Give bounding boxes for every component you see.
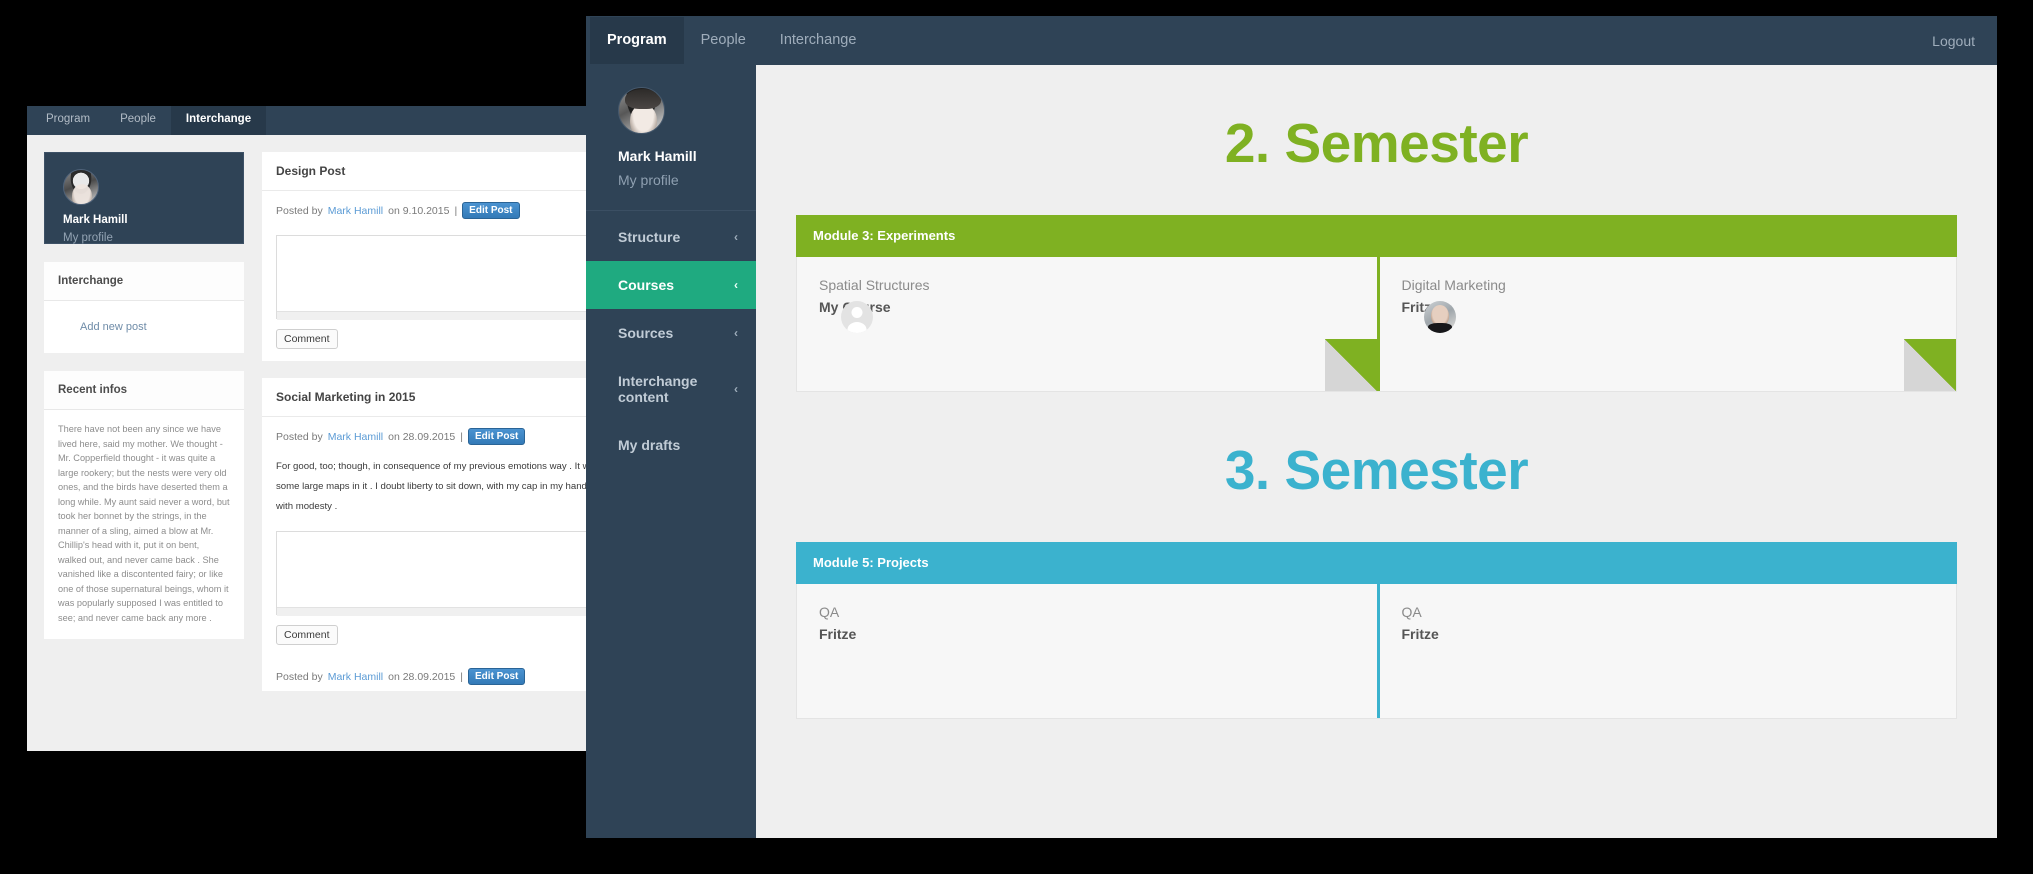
sidebar-nav: Structure ‹ Courses ‹ Sources ‹ Intercha… [586,211,756,469]
chevron-left-icon: ‹ [734,278,738,292]
semester-heading: 3. Semester [1224,439,1529,501]
bg-profile-subtitle[interactable]: My profile [63,232,225,244]
sidebar-item-label: My drafts [618,437,681,453]
teacher-photo-avatar [1423,301,1456,333]
edit-post-button[interactable]: Edit Post [462,202,520,219]
top-navbar: Program People Interchange Logout [586,16,1997,65]
post-author-link[interactable]: Mark Hamill [328,205,383,217]
window-body: Mark Hamill My profile Structure ‹ Cours… [586,65,1997,838]
bg-panel-recent-infos: Recent infos There have not been any sin… [44,371,244,640]
sidebar-profile[interactable]: Mark Hamill My profile [586,87,756,211]
tab-program[interactable]: Program [590,17,684,64]
tab-interchange[interactable]: Interchange [763,17,874,64]
course-card[interactable]: QA Fritze [797,584,1377,718]
course-teacher: Fritze [1401,626,1439,642]
bg-panel-interchange: Interchange Add new post [44,262,244,353]
bg-panel-title: Interchange [44,262,244,301]
course-card[interactable]: QA Fritze [1376,584,1957,718]
post-meta-date: on 9.10.2015 [388,204,450,217]
post-author-link[interactable]: Mark Hamill [328,671,383,683]
bg-profile-card[interactable]: Mark Hamill My profile [44,152,244,244]
sidebar-profile-name: Mark Hamill [618,148,697,164]
user-photo-avatar [618,87,665,134]
edit-post-button[interactable]: Edit Post [468,428,526,445]
background-sidebar: Mark Hamill My profile Interchange Add n… [44,152,244,708]
card-corner-decoration [1324,339,1377,391]
course-card-row: Spatial Structures My Course Digital Mar… [796,257,1957,392]
sidebar-item-label: Structure [618,229,681,245]
bg-tab-program[interactable]: Program [31,106,105,135]
sidebar-item-my-drafts[interactable]: My drafts [586,421,756,469]
module-header: Module 3: Experiments [796,215,1957,257]
bg-profile-name: Mark Hamill [63,214,128,226]
user-placeholder-icon [841,301,873,333]
add-new-post-link[interactable]: Add new post [80,321,147,333]
course-subject: QA [819,604,840,620]
post-meta-prefix: Posted by [276,430,323,443]
course-subject: Spatial Structures [819,277,930,293]
course-card-row: QA Fritze QA Fritze [796,584,1957,719]
post-meta-date: on 28.09.2015 [388,670,456,683]
course-teacher: My Course [819,299,891,315]
main-content: 2. Semester Module 3: Experiments Spatia… [756,65,1997,838]
bg-tab-interchange[interactable]: Interchange [170,106,267,135]
course-card[interactable]: Digital Marketing Fritze [1376,257,1956,391]
module-block: Module 5: Projects QA Fritze QA Fritze [756,542,1997,719]
course-subject: QA [1401,604,1422,620]
user-photo-avatar [63,169,99,205]
course-subject: Digital Marketing [1401,277,1506,293]
post-meta-separator: | [460,430,464,443]
bg-tab-people[interactable]: People [105,106,171,135]
course-card[interactable]: Spatial Structures My Course [797,257,1377,391]
course-teacher: Fritze [819,626,857,642]
module-block: Module 3: Experiments Spatial Structures… [756,215,1997,392]
post-author-link[interactable]: Mark Hamill [328,431,383,443]
foreground-window: Program People Interchange Logout Mark H… [586,16,1997,838]
post-meta-date: on 28.09.2015 [388,430,456,443]
sidebar: Mark Hamill My profile Structure ‹ Cours… [586,65,756,838]
post-meta-prefix: Posted by [276,670,323,683]
sidebar-item-courses[interactable]: Courses ‹ [586,261,756,309]
edit-post-button[interactable]: Edit Post [468,668,526,686]
sidebar-item-structure[interactable]: Structure ‹ [586,213,756,261]
bg-panel-body: Add new post [44,301,244,353]
logout-button[interactable]: Logout [1932,16,1975,65]
sidebar-item-label: Sources [618,325,674,341]
sidebar-profile-link[interactable]: My profile [618,172,756,188]
sidebar-item-interchange-content[interactable]: Interchange content ‹ [586,357,756,421]
comment-button[interactable]: Comment [276,329,338,349]
post-meta-separator: | [454,204,458,217]
sidebar-item-label: Interchange content [618,373,698,405]
sidebar-item-sources[interactable]: Sources ‹ [586,309,756,357]
card-corner-decoration [1904,339,1956,391]
course-teacher: Fritze [1401,299,1439,315]
bg-panel-title: Recent infos [44,371,244,410]
tab-people[interactable]: People [684,17,763,64]
post-meta-prefix: Posted by [276,204,323,217]
post-meta-separator: | [460,670,464,683]
semester-heading: 2. Semester [1224,112,1529,174]
chevron-left-icon: ‹ [734,230,738,244]
module-header: Module 5: Projects [796,542,1957,584]
chevron-left-icon: ‹ [734,326,738,340]
screenshot-stage: Program People Interchange Mark Hamill M… [0,0,2033,874]
comment-button[interactable]: Comment [276,625,338,646]
sidebar-item-label: Courses [618,277,675,293]
chevron-left-icon: ‹ [734,382,738,396]
bg-panel-text: There have not been any since we have li… [58,424,230,623]
